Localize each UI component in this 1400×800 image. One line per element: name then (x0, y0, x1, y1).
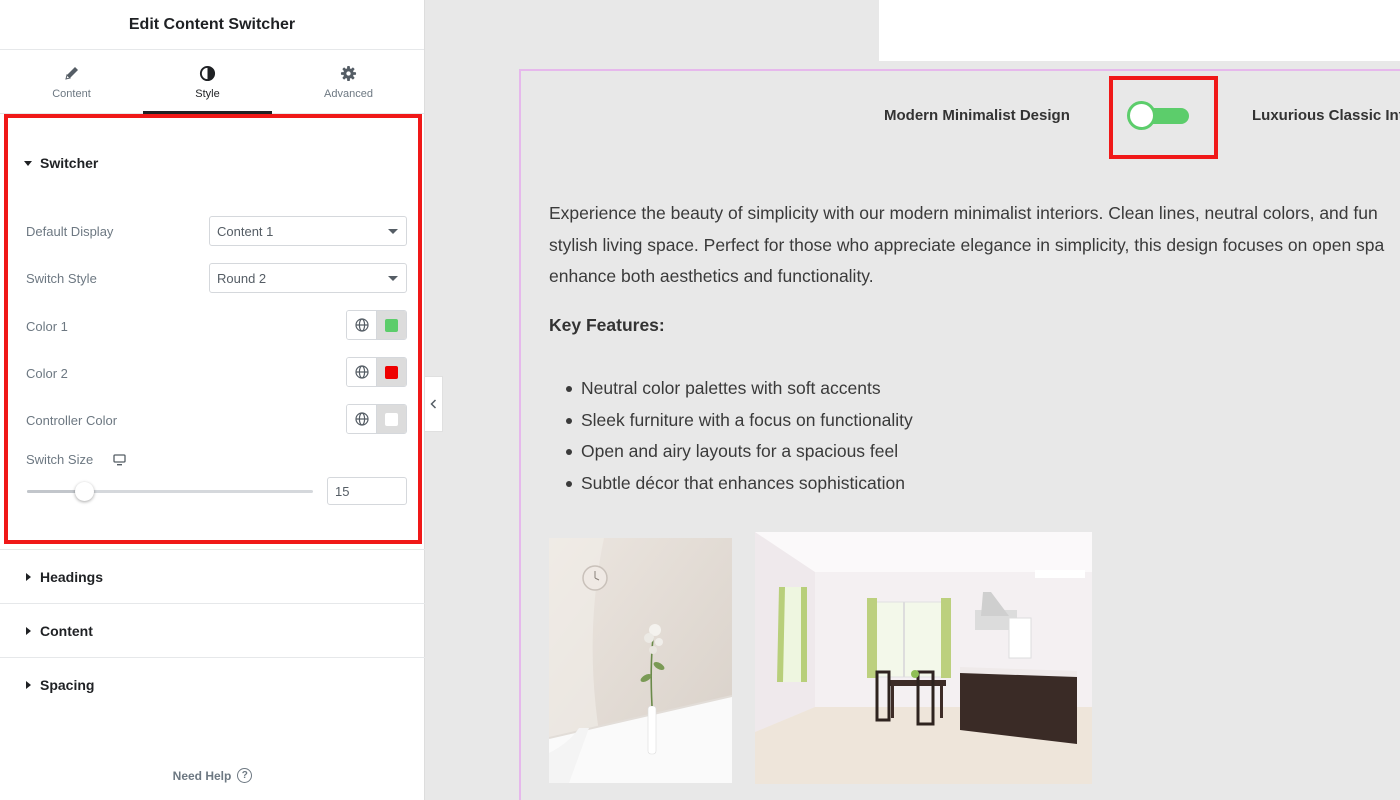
caret-right-icon (26, 573, 31, 581)
color2-label: Color 2 (26, 366, 68, 381)
description-line-1: Experience the beauty of simplicity with… (549, 203, 1378, 223)
dining-room-photo (755, 532, 1092, 784)
color1-preview (385, 318, 398, 332)
tab-style[interactable]: Style (143, 50, 272, 114)
collapse-panel-button[interactable] (425, 376, 443, 432)
headings-section-title: Headings (40, 569, 104, 585)
contrast-icon (199, 64, 216, 82)
default-display-select[interactable]: Content 1 (209, 216, 407, 246)
switch-size-slider[interactable] (27, 482, 313, 501)
switch-style-select[interactable]: Round 2 (209, 263, 407, 293)
content-toggle-switch[interactable] (1127, 101, 1189, 130)
controller-color-label: Controller Color (26, 413, 118, 428)
chevron-down-icon (388, 276, 398, 281)
controller-color-preview (385, 412, 398, 426)
panel-tabs: Content Style Advanced (0, 50, 424, 114)
tab-advanced-label: Advanced (324, 88, 373, 100)
switch-size-input[interactable]: 15 (327, 477, 407, 505)
switch-label-2[interactable]: Luxurious Classic Int (1252, 107, 1400, 124)
controller-color-swatch[interactable] (377, 405, 406, 433)
list-item: Subtle décor that enhances sophisticatio… (566, 468, 913, 500)
switcher-section-toggle[interactable]: Switcher (24, 155, 98, 171)
color2-control (346, 357, 407, 387)
globe-icon[interactable] (347, 405, 377, 433)
switch-style-value: Round 2 (217, 270, 267, 286)
chevron-left-icon (430, 399, 437, 409)
headings-section[interactable]: Headings (0, 549, 425, 603)
help-icon: ? (237, 768, 253, 783)
color1-swatch[interactable] (377, 311, 406, 339)
default-display-value: Content 1 (217, 223, 274, 239)
switch-style-label: Switch Style (26, 271, 97, 286)
spacing-section-title: Spacing (40, 677, 95, 693)
gear-icon (340, 64, 357, 82)
color1-label: Color 1 (26, 319, 68, 334)
color2-preview (385, 365, 398, 379)
description-line-2: stylish living space. Perfect for those … (549, 235, 1385, 255)
color2-swatch[interactable] (377, 358, 406, 386)
content-section[interactable]: Content (0, 603, 425, 657)
tab-advanced[interactable]: Advanced (284, 50, 413, 114)
description-line-3: enhance both aesthetics and functionalit… (549, 266, 874, 286)
preview-white-block (879, 0, 1400, 61)
list-item: Sleek furniture with a focus on function… (566, 405, 913, 437)
default-display-label: Default Display (26, 224, 114, 239)
vase-photo (549, 538, 732, 783)
switch-label-1[interactable]: Modern Minimalist Design (884, 107, 1070, 124)
switcher-section: Switcher Default Display Content 1 Switc… (4, 114, 422, 544)
need-help-label: Need Help (172, 768, 232, 783)
content-section-title: Content (40, 623, 93, 639)
switcher-section-title: Switcher (40, 155, 99, 171)
tab-content[interactable]: Content (7, 50, 136, 114)
features-list: Neutral color palettes with soft accents… (566, 373, 913, 500)
key-features-heading: Key Features: (549, 315, 665, 335)
globe-icon[interactable] (347, 311, 377, 339)
slider-handle[interactable] (75, 482, 94, 501)
list-item: Neutral color palettes with soft accents (566, 373, 913, 405)
editor-panel: Edit Content Switcher Content Style Adva… (0, 0, 425, 800)
tab-content-label: Content (52, 88, 91, 100)
need-help-link[interactable]: Need Help ? (0, 768, 425, 783)
list-item: Open and airy layouts for a spacious fee… (566, 436, 913, 468)
switch-size-label: Switch Size (26, 452, 94, 467)
toggle-knob (1127, 101, 1156, 130)
color1-control (346, 310, 407, 340)
caret-right-icon (26, 627, 31, 635)
tab-style-label: Style (195, 88, 220, 100)
pencil-icon (64, 64, 80, 82)
controller-color-control (346, 404, 407, 434)
desktop-icon[interactable] (113, 453, 126, 471)
spacing-section[interactable]: Spacing (0, 657, 425, 711)
globe-icon[interactable] (347, 358, 377, 386)
panel-title: Edit Content Switcher (0, 0, 424, 50)
caret-down-icon (24, 160, 32, 166)
chevron-down-icon (388, 229, 398, 234)
caret-right-icon (26, 681, 31, 689)
